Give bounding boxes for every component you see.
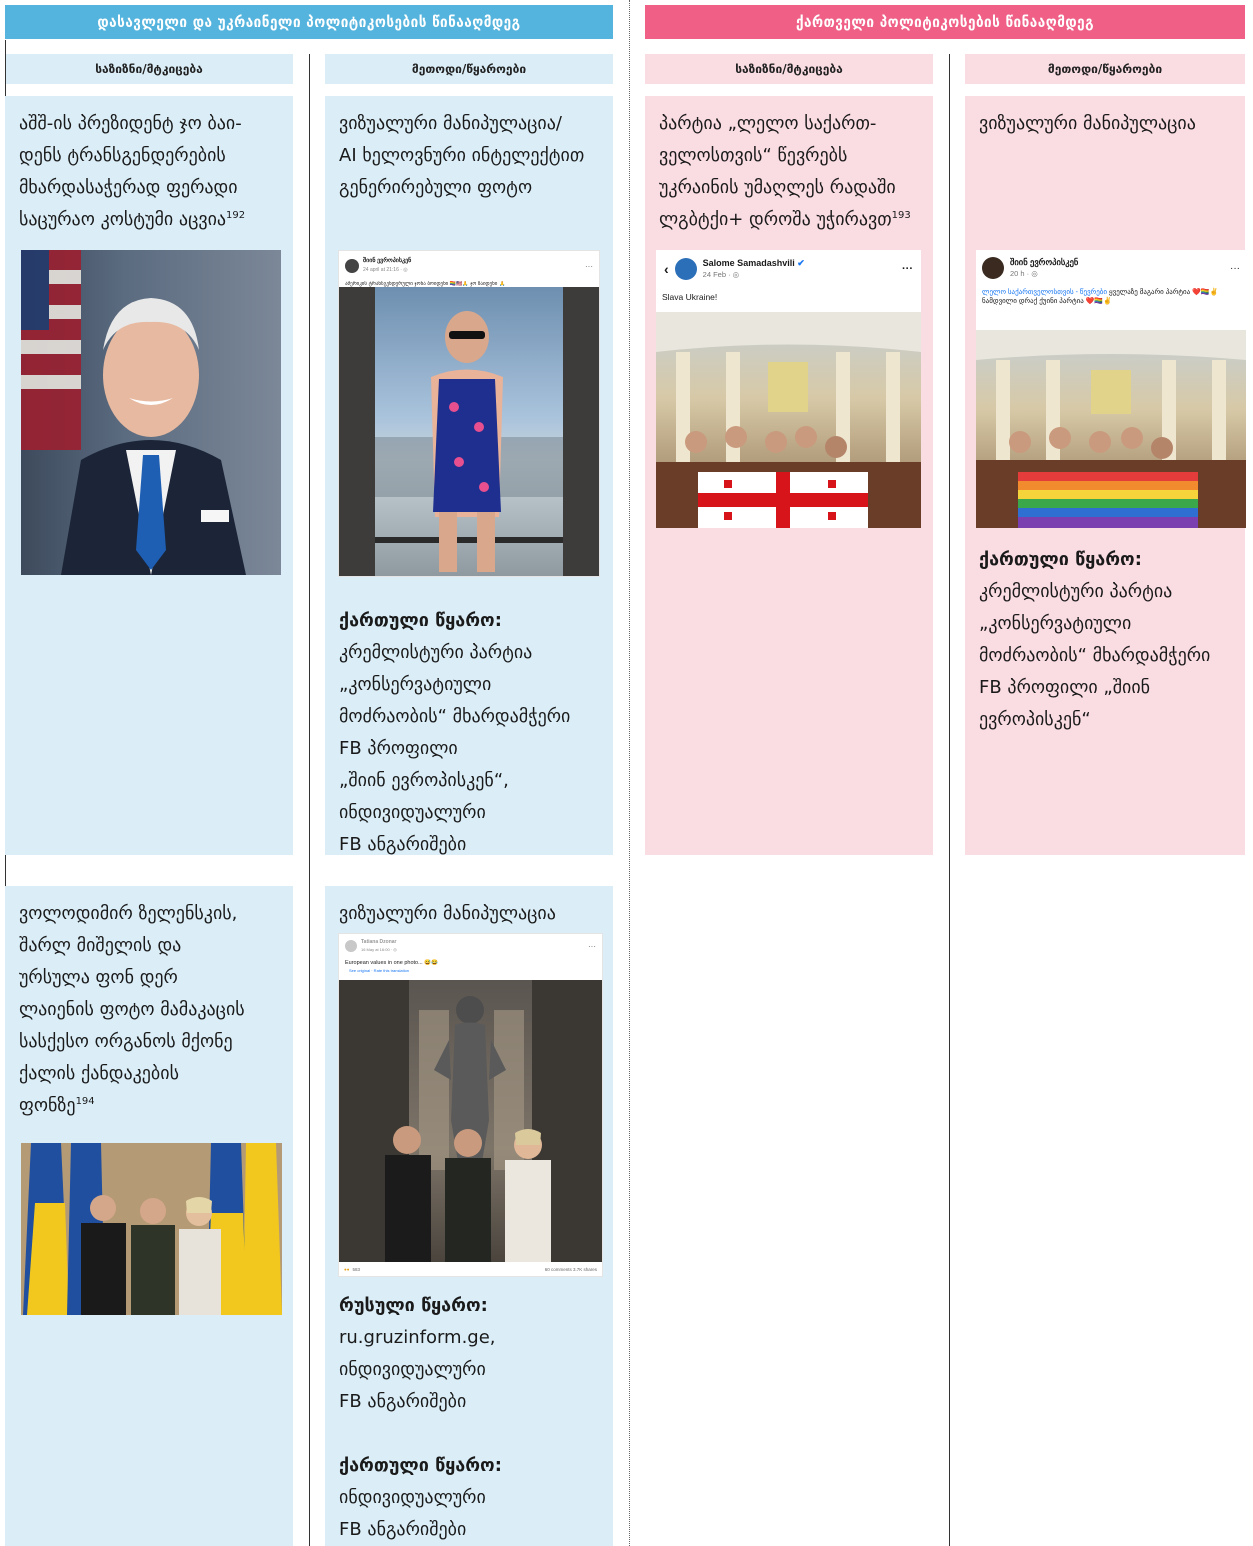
more-options-icon: ··· bbox=[1230, 262, 1240, 274]
reactions-icon: ●● bbox=[344, 1266, 350, 1272]
biden-message-text: აშშ-ის პრეზიდენტ ჯო ბაი- დენს ტრანსგენდე… bbox=[19, 113, 242, 230]
georgian-source-text: კრემლისტური პარტია „კონსერვატიული მოძრაო… bbox=[979, 581, 1211, 730]
post-author: Tatiana Dzonar bbox=[361, 939, 397, 945]
fake-lgbt-flag-fb-post: შიინ ევროპისკენ 20 h · ◎ ··· ლელო საქართ… bbox=[976, 250, 1246, 528]
post-caption: Slava Ukraine! bbox=[662, 292, 718, 302]
zelensky-method-text: ვიზუალური მანიპულაცია bbox=[339, 903, 556, 924]
post-caption: European values in one photo... 😅😂 bbox=[345, 960, 438, 966]
column-divider-line bbox=[949, 54, 950, 1546]
georgian-source-label: ქართული წყარო: bbox=[339, 1455, 502, 1476]
fake-statue-fb-post: Tatiana Dzonar 16 May at 16:00 · ◎ ··· E… bbox=[338, 933, 603, 1277]
more-options-icon: ··· bbox=[588, 941, 596, 951]
post-date: 24 april at 21:16 · ◎ bbox=[363, 267, 408, 273]
biden-method-text: ვიზუალური მანიპულაცია/ AI ხელოვნური ინტე… bbox=[339, 113, 585, 198]
section-divider-dotted bbox=[629, 0, 630, 1546]
post-author: Salome Samadashvili bbox=[702, 258, 795, 268]
post-date: 20 h · ◎ bbox=[1010, 269, 1038, 278]
avatar bbox=[345, 259, 359, 273]
post-stats: 60 comments 3.7K shares bbox=[544, 1266, 597, 1272]
reaction-count: 583 bbox=[352, 1266, 360, 1272]
footnote-ref: 194 bbox=[75, 1096, 95, 1107]
russian-source-text: ru.gruzinform.ge, ინდივიდუალური FB ანგარ… bbox=[339, 1327, 496, 1412]
georgian-source-label: ქართული წყარო: bbox=[979, 549, 1142, 570]
more-options-icon: ··· bbox=[585, 261, 593, 271]
georgian-source-text: კრემლისტური პარტია „კონსერვატიული მოძრაო… bbox=[339, 642, 571, 855]
fake-biden-fb-post: შიინ ევროპისკენ 24 april at 21:16 · ◎ ··… bbox=[338, 250, 600, 577]
avatar bbox=[982, 257, 1004, 279]
post-author: შიინ ევროპისკენ bbox=[1010, 257, 1079, 267]
lelo-message-text: პარტია „ლელო საქართ- ველოსთვის“ წევრებს … bbox=[659, 113, 896, 230]
georgian-source-text: ინდივიდუალური FB ანგარიშები bbox=[339, 1487, 486, 1540]
footnote-ref: 193 bbox=[891, 210, 911, 221]
back-arrow-icon: ‹ bbox=[664, 261, 669, 277]
verified-badge-icon: ✔ bbox=[797, 258, 805, 268]
statue-photo bbox=[339, 980, 602, 1262]
column-header-message: საზიზნი/მტკიცება bbox=[5, 54, 293, 84]
column-header-method: მეთოდი/წყაროები bbox=[325, 54, 613, 84]
post-date: 24 Feb · ◎ bbox=[702, 270, 740, 279]
column-header-method: მეთოდი/წყაროები bbox=[965, 54, 1245, 84]
original-salome-fb-post: ‹ Salome Samadashvili ✔ 24 Feb · ◎ ··· S… bbox=[656, 250, 921, 528]
western-ukrainian-politicians-banner: დასავლელი და უკრაინელი პოლიტიკოსების წინ… bbox=[5, 5, 613, 39]
more-options-icon: ··· bbox=[902, 263, 913, 275]
post-author: შიინ ევროპისკენ bbox=[363, 258, 412, 264]
post-date: 16 May at 16:00 · ◎ bbox=[361, 947, 397, 952]
translate-link[interactable]: See original · Rate this translation bbox=[339, 968, 602, 973]
biden-official-portrait bbox=[21, 250, 281, 575]
party-mention-link[interactable]: ლელო საქართველოსთვის - წევრები bbox=[982, 289, 1107, 296]
footnote-ref: 192 bbox=[226, 210, 246, 221]
fake-swimsuit-photo bbox=[339, 287, 599, 576]
zelensky-message-text: ვოლოდიმირ ზელენსკის, შარლ მიშელის და ურს… bbox=[19, 903, 245, 1116]
georgian-source-label: ქართული წყარო: bbox=[339, 610, 502, 631]
avatar bbox=[674, 258, 697, 280]
rada-rainbow-flag-photo bbox=[976, 325, 1246, 528]
column-divider-line bbox=[309, 54, 310, 1546]
russian-source-label: რუსული წყარო: bbox=[339, 1295, 488, 1316]
zelensky-michel-vonderleyen-photo bbox=[21, 1143, 282, 1315]
georgian-politicians-banner: ქართველი პოლიტიკოსების წინააღმდეგ bbox=[645, 5, 1245, 39]
avatar bbox=[345, 940, 357, 952]
column-header-message: საზიზნი/მტკიცება bbox=[645, 54, 933, 84]
rada-georgian-flag-photo bbox=[656, 307, 921, 528]
lelo-method-text: ვიზუალური მანიპულაცია bbox=[979, 113, 1196, 134]
